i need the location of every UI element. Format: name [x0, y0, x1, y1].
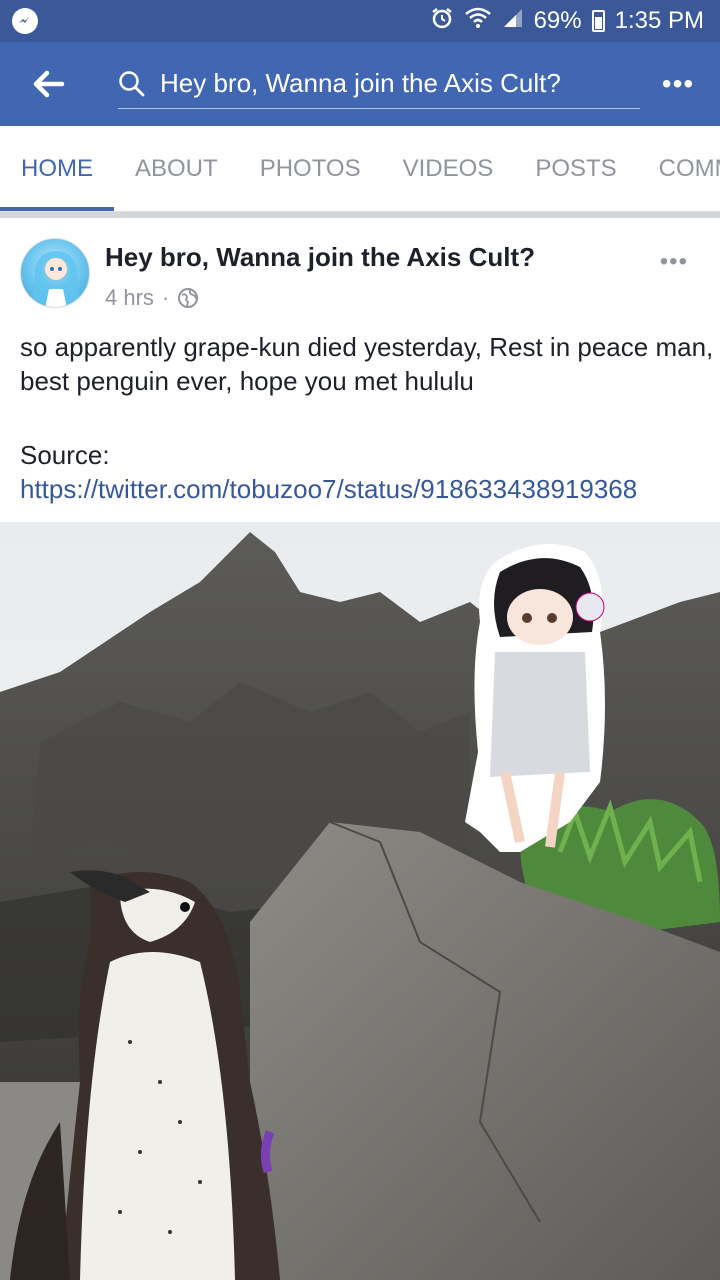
back-button[interactable] [20, 55, 78, 113]
tab-posts[interactable]: POSTS [514, 126, 637, 211]
avatar[interactable] [20, 238, 90, 308]
messenger-icon [12, 8, 38, 34]
source-label: Source: [20, 440, 110, 470]
tab-home[interactable]: HOME [0, 126, 114, 211]
page-name[interactable]: Hey bro, Wanna join the Axis Cult? [105, 242, 535, 273]
tab-community[interactable]: COMMUNITY [638, 126, 720, 211]
app-header: Hey bro, Wanna join the Axis Cult? ••• [0, 42, 720, 126]
clock: 1:35 PM [614, 7, 704, 34]
battery-percent: 69% [533, 7, 582, 34]
tab-about[interactable]: ABOUT [114, 126, 239, 211]
post-options-button[interactable]: ••• [660, 248, 688, 276]
wifi-icon [464, 6, 492, 37]
timestamp[interactable]: 4 hrs [105, 285, 154, 311]
search-icon [119, 70, 145, 96]
post-text: so apparently grape-kun died yesterday, … [20, 332, 720, 396]
post-meta: Hey bro, Wanna join the Axis Cult? 4 hrs… [105, 238, 535, 311]
more-options-button[interactable]: ••• [656, 62, 700, 106]
globe-icon [178, 288, 199, 308]
back-arrow-icon [33, 70, 65, 98]
search-text: Hey bro, Wanna join the Axis Cult? [160, 68, 561, 98]
battery-icon [591, 10, 605, 32]
post-card: Hey bro, Wanna join the Axis Cult? 4 hrs… [0, 218, 720, 1280]
tab-photos[interactable]: PHOTOS [239, 126, 382, 211]
post-photo[interactable] [0, 522, 720, 1280]
post-header: Hey bro, Wanna join the Axis Cult? 4 hrs… [20, 238, 700, 311]
source-link[interactable]: https://twitter.com/tobuzoo7/status/9186… [20, 474, 637, 505]
alarm-icon [430, 6, 454, 37]
separator: · [161, 285, 170, 310]
status-indicators: 69% 1:35 PM [430, 6, 704, 37]
penguin-photo-image [0, 522, 720, 1280]
status-bar: 69% 1:35 PM [0, 0, 720, 42]
signal-icon [502, 7, 524, 36]
search-input[interactable]: Hey bro, Wanna join the Axis Cult? [118, 59, 640, 109]
tab-videos[interactable]: VIDEOS [382, 126, 515, 211]
page-tabs: HOME ABOUT PHOTOS VIDEOS POSTS COMMUNITY [0, 126, 720, 212]
timestamp-row: 4 hrs · [105, 285, 535, 311]
